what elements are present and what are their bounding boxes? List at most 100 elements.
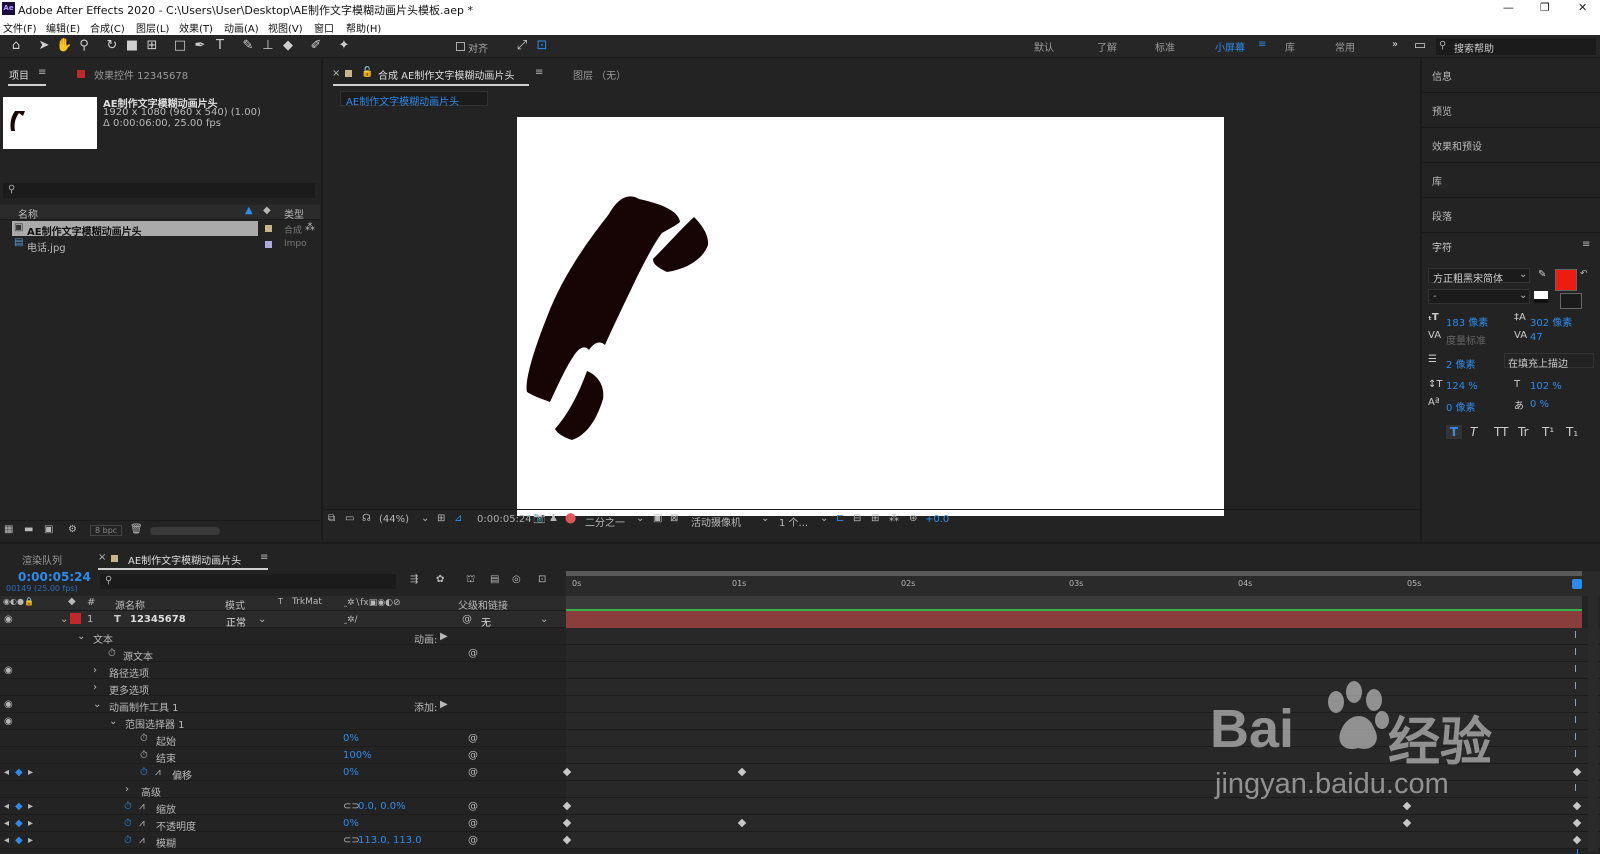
project-settings-icon[interactable]: ⚙ (68, 524, 77, 535)
snapshot-icon[interactable]: 📷 (533, 513, 545, 524)
col-parent[interactable]: 父级和链接 (458, 597, 508, 612)
font-size-value[interactable]: 183 像素 (1446, 314, 1488, 329)
layer-switches[interactable]: ꞈ✲/ (344, 614, 358, 625)
visibility-eye-icon[interactable]: ◉ (4, 716, 13, 727)
pickwhip-icon[interactable]: @ (468, 648, 478, 659)
resolution-dropdown[interactable]: 二分之一 (585, 514, 625, 529)
parent-select[interactable]: 无 (481, 614, 491, 629)
character-title[interactable]: 字符 (1432, 239, 1452, 254)
visibility-eye-icon[interactable]: ◉ (4, 614, 13, 625)
next-keyframe-icon[interactable]: ▸ (28, 767, 33, 778)
stopwatch-active-icon[interactable]: ⏱ (140, 767, 148, 778)
time-ruler[interactable]: 0s 01s 02s 03s 04s 05s (566, 571, 1600, 596)
tab-composition[interactable]: 合成 AE制作文字模糊动画片头 (378, 67, 514, 82)
eraser-tool-icon[interactable]: ◆ (280, 38, 296, 54)
prop-opacity-row[interactable]: ◂ ◆ ▸ ⏱ ⩘ 不透明度 0% @ (0, 815, 566, 833)
prop-value[interactable]: 113.0, 113.0 (358, 835, 422, 846)
new-comp-icon[interactable]: ▣ (44, 524, 53, 535)
tab-project[interactable]: 项目 (9, 67, 29, 82)
brush-tool-icon[interactable]: ✎ (240, 38, 256, 54)
prop-value[interactable]: 0.0, 0.0% (358, 801, 406, 812)
sort-asc-icon[interactable]: ▲ (245, 205, 253, 216)
zoom-tool-icon[interactable]: ⚲ (76, 38, 92, 54)
layer-name[interactable]: 12345678 (130, 614, 186, 625)
fit-frame-icon[interactable]: ⊞ (437, 513, 445, 524)
stroke-width-value[interactable]: 2 像素 (1446, 356, 1476, 371)
camera-dropdown[interactable]: 活动摄像机 (691, 514, 741, 529)
stroke-color-swatch[interactable] (1560, 293, 1582, 309)
shy-icon[interactable]: ⛫ (466, 574, 475, 587)
prop-end-row[interactable]: ⏱ 结束 100% @ (0, 747, 566, 765)
playhead-marker[interactable] (1572, 579, 1582, 589)
next-keyframe-icon[interactable]: ▸ (28, 818, 33, 829)
always-preview-icon[interactable]: ⧉ (328, 513, 335, 524)
prop-start-row[interactable]: ⏱ 起始 0% @ (0, 730, 566, 748)
next-keyframe-icon[interactable]: ▸ (28, 801, 33, 812)
camera-chevron-icon[interactable]: ⌄ (761, 513, 769, 524)
animate-label[interactable]: 动画: (414, 631, 437, 646)
menu-file[interactable]: 文件(F) (3, 20, 37, 35)
snap-icon[interactable]: ⤢ (514, 38, 530, 54)
tab-timeline-comp[interactable]: AE制作文字模糊动画片头 (128, 552, 241, 567)
baseline-value[interactable]: 0 像素 (1446, 399, 1476, 414)
visibility-eye-icon[interactable]: ◉ (4, 665, 13, 676)
parent-chevron-icon[interactable]: ⌄ (540, 614, 548, 625)
panel-preview[interactable]: 预览 (1422, 94, 1600, 128)
leading-value[interactable]: 302 像素 (1530, 314, 1572, 329)
add-play-icon[interactable]: ▶ (440, 699, 448, 710)
pen-tool-icon[interactable]: ✒ (192, 38, 208, 54)
font-family-select[interactable]: 方正粗黑宋简体 ⌄ (1428, 268, 1530, 285)
prop-value[interactable]: 0% (343, 818, 359, 829)
prop-value[interactable]: 100% (343, 750, 372, 761)
prop-range-selector-row[interactable]: ◉ ⌄ 范围选择器 1 (0, 713, 566, 731)
swap-colors-icon[interactable]: ↶ (1580, 269, 1588, 279)
keyframe[interactable] (737, 767, 747, 777)
style-all-caps[interactable]: TT (1494, 425, 1508, 439)
expand-icon[interactable]: ⌄ (109, 716, 117, 727)
stopwatch-active-icon[interactable]: ⏱ (124, 835, 132, 846)
prev-keyframe-icon[interactable]: ◂ (4, 835, 9, 846)
toggle-pixel-icon[interactable]: ⊏ (836, 513, 844, 524)
timeline-timecode[interactable]: 0:00:05:24 (18, 570, 91, 584)
stopwatch-active-icon[interactable]: ⏱ (124, 818, 132, 829)
tab-effect-controls[interactable]: 效果控件 12345678 (94, 67, 188, 82)
workspace-standard[interactable]: 标准 (1155, 39, 1175, 54)
draft3d-toggle-icon[interactable]: ✿ (436, 574, 444, 585)
timeline-menu-icon[interactable]: ≡ (260, 552, 268, 563)
add-label[interactable]: 添加: (414, 699, 437, 714)
new-folder-icon[interactable]: ▬ (24, 524, 33, 535)
pickwhip-icon[interactable]: @ (468, 767, 478, 778)
comp-canvas[interactable] (517, 117, 1224, 516)
graph-icon[interactable]: ⩘ (155, 767, 161, 778)
pickwhip-icon[interactable]: @ (462, 614, 472, 625)
graph-icon[interactable]: ⩘ (139, 818, 145, 829)
menu-composition[interactable]: 合成(C) (90, 20, 125, 35)
pickwhip-icon[interactable]: @ (468, 750, 478, 761)
prop-offset-row[interactable]: ◂ ◆ ▸ ⏱ ⩘ 偏移 0% @ (0, 764, 566, 782)
comp-timecode[interactable]: 0:00:05:24 (477, 514, 532, 525)
font-style-select[interactable]: - ⌄ (1428, 289, 1530, 304)
render-icon[interactable]: ⊞ (871, 513, 879, 524)
close-timeline-tab-icon[interactable]: × (98, 552, 106, 563)
graph-icon[interactable]: ⩘ (139, 801, 145, 812)
stopwatch-icon[interactable]: ⏱ (140, 733, 148, 744)
expand-icon[interactable]: › (93, 665, 97, 676)
mode-chevron-icon[interactable]: ⌄ (258, 614, 266, 625)
layer-mode-select[interactable]: 正常 (226, 614, 246, 629)
tsume-value[interactable]: 0 % (1530, 399, 1549, 410)
lock-icon[interactable]: 🔓 (361, 67, 373, 78)
zoom-dropdown-icon[interactable]: ⌄ (421, 513, 429, 524)
keyframe[interactable] (737, 818, 747, 828)
comp-breadcrumb[interactable]: AE制作文字模糊动画片头 (340, 91, 488, 108)
add-keyframe-icon[interactable]: ◆ (15, 818, 23, 829)
panel-libraries[interactable]: 库 (1422, 164, 1600, 198)
workspace-common[interactable]: 常用 (1335, 39, 1355, 54)
next-keyframe-icon[interactable]: ▸ (28, 835, 33, 846)
style-faux-bold[interactable]: T (1446, 425, 1462, 439)
tab-render-queue[interactable]: 渲染队列 (22, 552, 62, 567)
menu-layer[interactable]: 图层(L) (136, 20, 169, 35)
add-keyframe-icon[interactable]: ◆ (15, 835, 23, 846)
expand-icon[interactable]: ⌄ (93, 699, 101, 710)
project-search-input[interactable]: ⚲ (3, 183, 315, 198)
layer-duration-bar[interactable] (566, 611, 1582, 628)
